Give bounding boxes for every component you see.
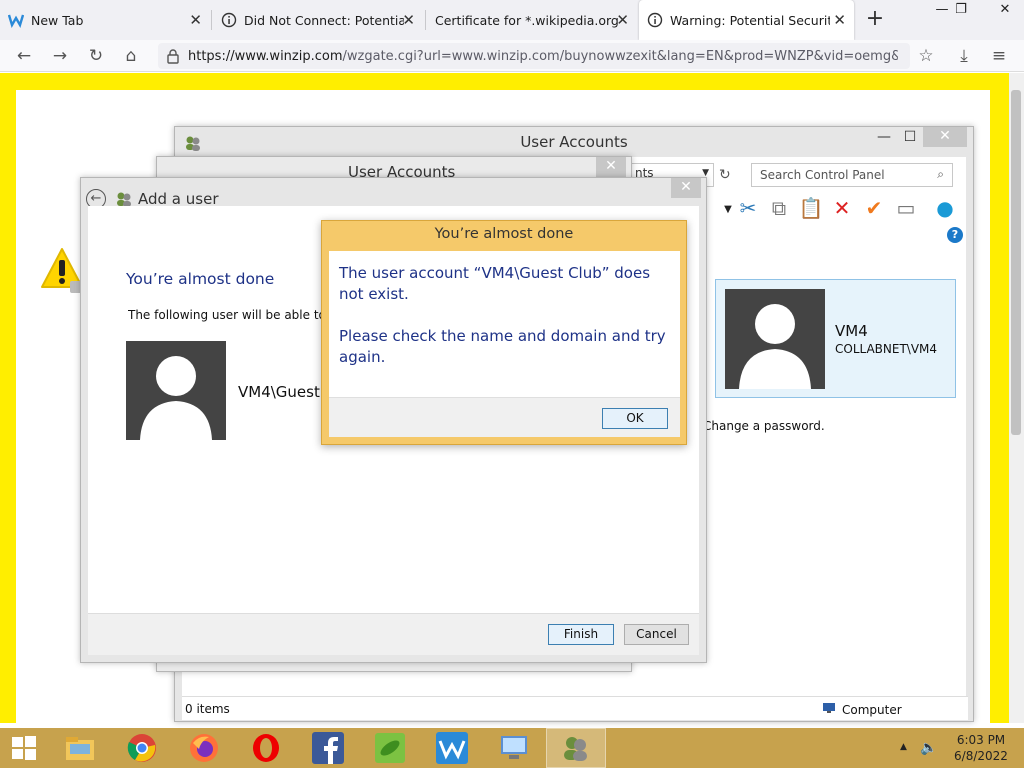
page-scrollbar-thumb[interactable] xyxy=(1011,90,1021,435)
status-computer: Computer xyxy=(822,702,902,717)
back-arrow-icon[interactable]: ← xyxy=(12,44,36,68)
lock-warning-icon[interactable] xyxy=(165,48,181,68)
description-text: The following user will be able to sign … xyxy=(128,308,321,322)
tab-warning-security[interactable]: Warning: Potential Security R ✕ xyxy=(639,0,854,40)
facebook-icon[interactable] xyxy=(298,728,358,768)
dialog-footer: Finish Cancel xyxy=(88,613,699,655)
user-accounts-taskbar-icon[interactable] xyxy=(546,728,606,768)
error-message-box: You’re almost done The user account “VM4… xyxy=(321,220,687,445)
refresh-icon[interactable]: ↻ xyxy=(719,167,731,183)
status-item-count: 0 items xyxy=(185,702,230,716)
volume-muted-icon[interactable]: 🔈 xyxy=(920,740,937,756)
window-title: User Accounts xyxy=(520,133,628,151)
reload-icon[interactable]: ↻ xyxy=(84,44,108,68)
message-title: You’re almost done xyxy=(434,226,574,242)
message-hint: Please check the name and domain and try… xyxy=(339,327,666,366)
url-bar[interactable]: https://www.winzip.com/wzgate.cgi?url=ww… xyxy=(158,43,910,69)
message-text: The user account “VM4\Guest Club” does n… xyxy=(339,264,651,303)
clock-time: 6:03 PM xyxy=(956,733,1006,747)
firefox-icon[interactable] xyxy=(174,728,234,768)
peapod-icon[interactable] xyxy=(360,728,420,768)
winzip-favicon-icon xyxy=(8,12,24,28)
tab-close-icon[interactable]: ✕ xyxy=(616,11,629,29)
browser-tab-bar: New Tab ✕ Did Not Connect: Potential Se … xyxy=(0,0,1024,40)
finish-button[interactable]: Finish xyxy=(548,624,614,645)
close-icon[interactable]: ✕ xyxy=(596,157,626,177)
new-tab-plus-icon[interactable]: + xyxy=(864,8,886,30)
user-name: VM4 xyxy=(835,322,868,340)
tab-close-icon[interactable]: ✕ xyxy=(189,11,202,29)
opera-icon[interactable] xyxy=(236,728,296,768)
info-icon xyxy=(221,12,237,28)
message-footer: OK xyxy=(329,397,680,437)
avatar xyxy=(126,341,226,440)
file-explorer-icon[interactable] xyxy=(50,728,110,768)
copy-icon[interactable]: ⧉ xyxy=(766,195,792,221)
url-text[interactable]: https://www.winzip.com/wzgate.cgi?url=ww… xyxy=(188,49,898,64)
ok-button[interactable]: OK xyxy=(602,408,668,429)
control-panel-icon[interactable] xyxy=(484,728,544,768)
status-bar: 0 items Computer xyxy=(182,696,968,720)
search-icon[interactable]: ⌕ xyxy=(937,167,944,182)
close-icon[interactable]: ✕ xyxy=(671,178,701,198)
maximize-icon[interactable]: ☐ xyxy=(897,129,923,149)
home-icon[interactable]: ⌂ xyxy=(119,44,143,68)
clock-date: 6/8/2022 xyxy=(954,749,1008,763)
minimize-icon[interactable]: — xyxy=(871,129,897,149)
page-heading: You’re almost done xyxy=(126,270,275,288)
cancel-button[interactable]: Cancel xyxy=(624,624,689,645)
menu-hamburger-icon[interactable]: ≡ xyxy=(987,44,1011,68)
delete-icon[interactable]: ✕ xyxy=(829,195,855,221)
user-domain: COLLABNET\VM4 xyxy=(835,342,938,356)
checkmark-icon[interactable]: ✔ xyxy=(861,195,887,221)
globe-icon[interactable]: ● xyxy=(932,195,958,221)
warning-icon xyxy=(40,247,84,295)
search-input[interactable]: Search Control Panel ⌕ xyxy=(751,163,953,187)
cut-icon[interactable]: ✂ xyxy=(735,195,761,221)
clock[interactable]: 6:03 PM 6/8/2022 xyxy=(946,732,1016,764)
paste-icon[interactable]: 📋 xyxy=(798,195,824,221)
close-icon[interactable]: ✕ xyxy=(923,127,967,147)
tray-expand-icon[interactable]: ▲ xyxy=(900,742,907,752)
avatar xyxy=(725,289,825,389)
restore-icon[interactable]: ❐ xyxy=(946,0,976,22)
tab-close-icon[interactable]: ✕ xyxy=(833,11,846,29)
taskbar: ▲ 🔈 6:03 PM 6/8/2022 xyxy=(0,728,1024,768)
downloads-icon[interactable]: ⤓ xyxy=(952,44,976,68)
browser-nav-bar: ← → ↻ ⌂ https://www.winzip.com/wzgate.cg… xyxy=(0,40,1024,72)
forward-arrow-icon[interactable]: → xyxy=(48,44,72,68)
chrome-icon[interactable] xyxy=(112,728,172,768)
tab-new-tab[interactable]: New Tab ✕ xyxy=(0,0,210,40)
tab-close-icon[interactable]: ✕ xyxy=(402,11,415,29)
computer-icon xyxy=(822,702,836,717)
windows-logo-icon xyxy=(12,736,36,760)
user-tile[interactable]: VM4 COLLABNET\VM4 xyxy=(715,279,956,398)
message-body: The user account “VM4\Guest Club” does n… xyxy=(329,251,680,437)
start-button[interactable] xyxy=(0,728,48,768)
change-password-link[interactable]: Change a password. xyxy=(703,419,825,433)
info-icon xyxy=(647,12,663,28)
tab-certificate[interactable]: Certificate for *.wikipedia.org ✕ xyxy=(427,0,637,40)
guest-account-name: VM4\Guest xyxy=(238,383,320,401)
tab-did-not-connect[interactable]: Did Not Connect: Potential Se ✕ xyxy=(213,0,423,40)
properties-icon[interactable]: ▭ xyxy=(893,195,919,221)
help-icon[interactable]: ? xyxy=(947,227,963,243)
bookmark-star-icon[interactable]: ☆ xyxy=(914,44,938,68)
window-close-icon[interactable]: ✕ xyxy=(990,0,1020,22)
winzip-icon[interactable] xyxy=(422,728,482,768)
